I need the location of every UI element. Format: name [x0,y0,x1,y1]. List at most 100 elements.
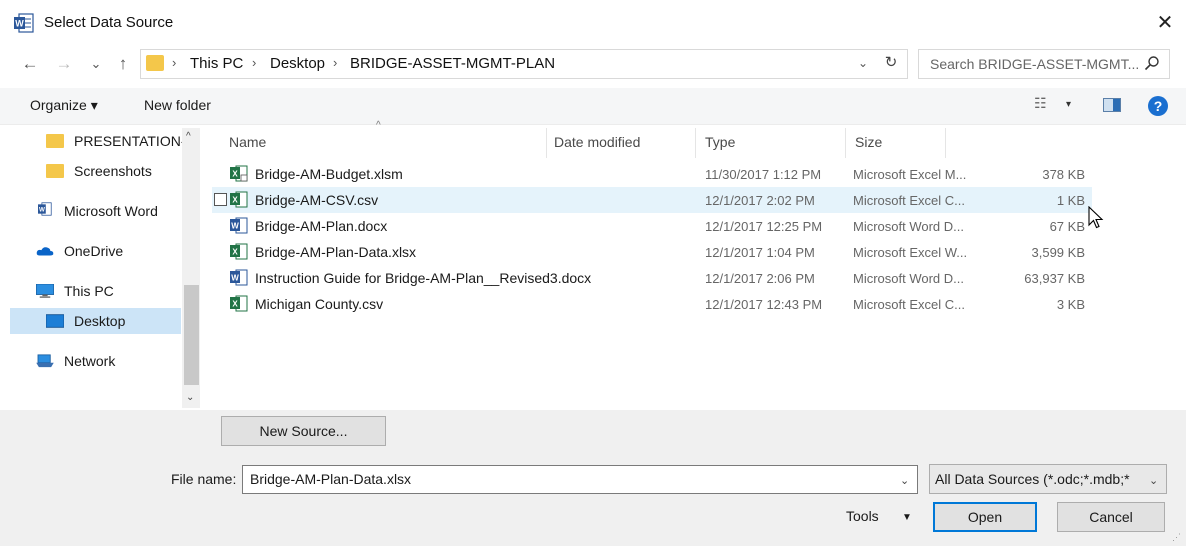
sort-ascending-icon: ^ [376,120,381,131]
row-checkbox[interactable] [214,193,227,206]
svg-text:X: X [232,248,238,257]
up-button[interactable]: ↑ [112,52,134,76]
file-row[interactable]: W Bridge-AM-Plan.docx 12/1/2017 12:25 PM… [212,213,1092,239]
file-row[interactable]: X Bridge-AM-Plan-Data.xlsx 12/1/2017 1:0… [212,239,1092,265]
file-row[interactable]: X Bridge-AM-CSV.csv 12/1/2017 2:02 PM Mi… [212,187,1092,213]
tools-dropdown-icon[interactable]: ▼ [902,512,912,523]
svg-text:X: X [232,196,238,205]
file-type: Microsoft Excel M... [853,167,967,182]
sidebar-item-microsoft-word[interactable]: W Microsoft Word [36,198,204,224]
word-doc-icon: W [230,269,248,286]
column-header-type[interactable]: Type [705,134,735,150]
organize-menu[interactable]: Organize ▾ [30,97,98,114]
refresh-button[interactable]: ↻ [880,52,902,74]
cancel-button[interactable]: Cancel [1057,502,1165,532]
file-name-value: Bridge-AM-Plan-Data.xlsx [250,471,412,487]
search-icon[interactable] [1144,55,1160,71]
new-source-button[interactable]: New Source... [221,416,386,446]
recent-locations-button[interactable]: ⌄ [88,52,104,76]
file-row[interactable]: X Michigan County.csv 12/1/2017 12:43 PM… [212,291,1092,317]
column-divider[interactable] [845,128,846,158]
sidebar-item-this-pc[interactable]: This PC [36,278,204,304]
scroll-up-arrow[interactable]: ^ [186,131,191,142]
scroll-down-arrow[interactable]: ⌄ [186,392,194,403]
file-date: 12/1/2017 2:02 PM [705,193,815,208]
file-date: 12/1/2017 12:43 PM [705,297,823,312]
breadcrumb-this-pc[interactable]: This PC [190,55,243,72]
svg-text:W: W [39,207,45,214]
network-icon [36,354,54,368]
breadcrumb-desktop[interactable]: Desktop [270,55,325,72]
file-date: 12/1/2017 12:25 PM [705,219,823,234]
file-type: Microsoft Excel C... [853,297,965,312]
title-bar [0,0,1186,46]
desktop-icon [46,314,64,328]
breadcrumb-folder[interactable]: BRIDGE-ASSET-MGMT-PLAN [350,55,555,72]
column-header-name[interactable]: Name [229,134,266,150]
file-size: 3 KB [1056,297,1085,312]
file-type: Microsoft Word D... [853,219,965,234]
help-icon[interactable]: ? [1148,96,1168,116]
column-header-size[interactable]: Size [855,134,882,150]
cloud-icon [36,247,54,256]
file-date: 11/30/2017 1:12 PM [705,167,822,182]
file-name: Michigan County.csv [255,296,384,312]
mouse-pointer-icon [1088,206,1104,229]
file-name: Bridge-AM-Budget.xlsm [255,166,403,182]
new-folder-button[interactable]: New folder [144,97,211,113]
forward-button[interactable]: → [52,52,76,76]
close-button[interactable]: ✕ [1150,8,1180,38]
preview-pane-button[interactable] [1103,98,1121,112]
svg-text:W: W [231,274,239,283]
address-dropdown-button[interactable]: ⌄ [858,56,868,70]
file-size: 1 KB [1056,193,1085,208]
view-options-dropdown[interactable]: ▾ [1066,99,1071,110]
file-name: Instruction Guide for Bridge-AM-Plan__Re… [255,270,592,286]
breadcrumb-separator: › [252,55,257,70]
file-size: 67 KB [1049,219,1085,234]
sidebar-item-network[interactable]: Network [36,348,204,374]
file-type-filter-value: All Data Sources (*.odc;*.mdb;* [935,471,1130,487]
sidebar-item-onedrive[interactable]: OneDrive [36,238,204,264]
file-size: 3,599 KB [1031,245,1086,260]
column-divider[interactable] [695,128,696,158]
file-date: 12/1/2017 2:06 PM [705,271,815,286]
file-row[interactable]: W Instruction Guide for Bridge-AM-Plan__… [212,265,1092,291]
file-size: 378 KB [1042,167,1085,182]
chevron-down-icon[interactable]: ⌄ [900,474,909,487]
back-button[interactable]: ← [18,52,42,76]
word-app-icon: W [14,13,34,33]
file-name: Bridge-AM-Plan-Data.xlsx [255,244,417,260]
word-doc-icon: W [230,217,248,234]
view-options-icon[interactable]: ☷ [1034,95,1047,112]
computer-icon [36,284,54,298]
dialog-title: Select Data Source [44,14,174,31]
excel-csv-icon: X [230,191,248,208]
svg-text:X: X [232,300,238,309]
file-date: 12/1/2017 1:04 PM [705,245,815,260]
sidebar-scroll-thumb[interactable] [184,285,199,385]
excel-csv-icon: X [230,295,248,312]
word-icon: W [38,202,52,216]
sidebar-item-desktop[interactable]: Desktop [10,308,181,334]
resize-grip-icon[interactable]: ⋰ [1172,532,1181,543]
excel-icon: X [230,243,248,260]
svg-text:X: X [232,170,238,179]
file-size: 63,937 KB [1024,271,1085,286]
breadcrumb-separator: › [333,55,338,70]
svg-text:W: W [15,19,24,29]
chevron-down-icon[interactable]: ⌄ [1149,474,1158,487]
folder-icon [46,134,64,148]
breadcrumb-separator: › [172,55,177,70]
folder-icon [146,55,164,71]
open-button[interactable]: Open [933,502,1037,532]
file-row[interactable]: X Bridge-AM-Budget.xlsm 11/30/2017 1:12 … [212,161,1092,187]
tools-menu[interactable]: Tools [846,508,879,524]
column-header-date[interactable]: Date modified [554,134,640,150]
excel-macro-icon: X [230,165,248,182]
column-divider[interactable] [546,128,547,158]
file-name-label: File name: [171,471,237,487]
column-divider[interactable] [945,128,946,158]
file-type: Microsoft Word D... [853,271,965,286]
file-type: Microsoft Excel C... [853,193,965,208]
